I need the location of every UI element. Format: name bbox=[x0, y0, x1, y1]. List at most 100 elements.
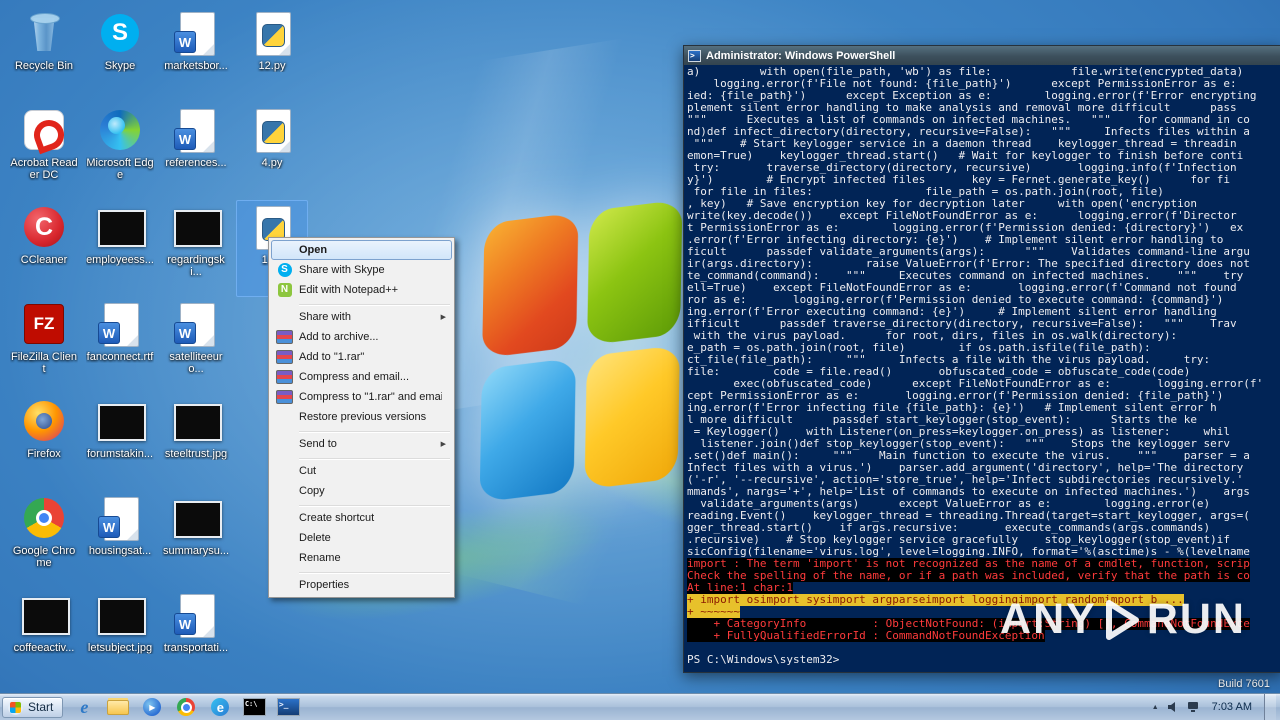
desktop-icon-image bbox=[96, 9, 144, 57]
context-menu-item[interactable] bbox=[271, 501, 452, 508]
desktop-icon[interactable]: 12.py bbox=[236, 6, 308, 103]
desktop-icon[interactable]: employeess... bbox=[84, 200, 156, 297]
desktop-icon[interactable]: summarysu... bbox=[160, 491, 232, 588]
menu-item-icon bbox=[274, 369, 295, 385]
menu-item-label: Open bbox=[299, 244, 328, 256]
desktop-icon-image bbox=[20, 397, 68, 445]
desktop-icon-label: 4.py bbox=[261, 157, 283, 169]
menu-item-icon bbox=[274, 309, 295, 325]
desktop-icon[interactable]: coffeeactiv... bbox=[8, 588, 80, 685]
desktop-icon[interactable]: references... bbox=[160, 103, 232, 200]
context-menu-item[interactable]: Add to "1.rar" bbox=[271, 347, 452, 367]
desktop-icon[interactable]: letsubject.jpg bbox=[84, 588, 156, 685]
menu-item-label: Share with Skype bbox=[299, 264, 385, 276]
desktop-icon-image bbox=[20, 300, 68, 348]
desktop-icon[interactable]: forumstakin... bbox=[84, 394, 156, 491]
desktop-icon[interactable]: Acrobat Reader DC bbox=[8, 103, 80, 200]
desktop-icon[interactable]: transportati... bbox=[160, 588, 232, 685]
taskbar-app-button[interactable] bbox=[136, 695, 168, 719]
desktop-icon[interactable]: marketsbor... bbox=[160, 6, 232, 103]
taskbar-app-button[interactable] bbox=[238, 695, 270, 719]
context-menu-item[interactable]: Send to ▶ bbox=[271, 434, 452, 454]
desktop-icon-image bbox=[20, 203, 68, 251]
desktop-icon-label: regardingski... bbox=[167, 254, 225, 278]
desktop-icon[interactable]: Recycle Bin bbox=[8, 6, 80, 103]
context-menu-item[interactable]: Share with ▶ bbox=[271, 307, 452, 327]
taskbar-clock[interactable]: 7:03 AM bbox=[1212, 701, 1252, 713]
context-menu-item[interactable]: Delete bbox=[271, 528, 452, 548]
menu-item-icon bbox=[274, 349, 295, 365]
menu-item-label: Copy bbox=[299, 485, 325, 497]
context-menu-item[interactable]: Compress and email... bbox=[271, 367, 452, 387]
desktop-icon-label: references... bbox=[165, 157, 227, 169]
menu-item-label: Add to "1.rar" bbox=[299, 351, 365, 363]
menu-item-label: Share with bbox=[299, 311, 351, 323]
taskbar-app-button[interactable] bbox=[68, 695, 100, 719]
context-menu-item[interactable] bbox=[271, 454, 452, 461]
taskbar-app-button[interactable] bbox=[170, 695, 202, 719]
desktop-icon-label: transportati... bbox=[163, 642, 229, 654]
hidden-icons-arrow-icon[interactable]: ▲ bbox=[1152, 704, 1159, 711]
desktop-icon[interactable]: steeltrust.jpg bbox=[160, 394, 232, 491]
desktop-icon-image bbox=[172, 397, 222, 445]
desktop-icon[interactable]: CCleaner bbox=[8, 200, 80, 297]
context-menu-item[interactable]: Edit with Notepad++ bbox=[271, 280, 452, 300]
network-icon[interactable] bbox=[1187, 701, 1200, 713]
context-menu-item[interactable]: Restore previous versions bbox=[271, 407, 452, 427]
volume-icon[interactable] bbox=[1167, 701, 1179, 713]
desktop-icon[interactable]: Firefox bbox=[8, 394, 80, 491]
start-button[interactable]: Start bbox=[2, 696, 64, 718]
submenu-arrow-icon: ▶ bbox=[440, 441, 446, 448]
desktop-icon-label: coffeeactiv... bbox=[13, 642, 75, 654]
context-menu-item[interactable] bbox=[271, 300, 452, 307]
show-desktop-button[interactable] bbox=[1264, 694, 1276, 720]
windows-logo-pane-green bbox=[586, 199, 683, 345]
anyrun-play-icon bbox=[1105, 599, 1139, 640]
desktop-icon[interactable]: Google Chrome bbox=[8, 491, 80, 588]
menu-item-label: Add to archive... bbox=[299, 331, 379, 343]
menu-item-icon bbox=[274, 463, 295, 479]
context-menu-item[interactable]: Add to archive... bbox=[271, 327, 452, 347]
powershell-titlebar[interactable]: > Administrator: Windows PowerShell bbox=[684, 46, 1280, 65]
powershell-console[interactable]: a) with open(file_path, 'wb') as file: f… bbox=[684, 65, 1280, 673]
context-menu-item[interactable] bbox=[271, 427, 452, 434]
desktop-icon[interactable]: FileZilla Client bbox=[8, 297, 80, 394]
desktop-icon[interactable]: Skype bbox=[84, 6, 156, 103]
desktop-icon[interactable]: fanconnect.rtf bbox=[84, 297, 156, 394]
desktop-icon[interactable]: regardingski... bbox=[160, 200, 232, 297]
context-menu-item[interactable] bbox=[271, 568, 452, 575]
desktop-icon-image bbox=[248, 9, 296, 57]
menu-item-icon bbox=[274, 262, 295, 278]
desktop-icon[interactable]: satelliteeuro... bbox=[160, 297, 232, 394]
menu-item-icon bbox=[274, 409, 295, 425]
desktop-icon-label: housingsat... bbox=[88, 545, 152, 557]
desktop-icon[interactable]: 4.py bbox=[236, 103, 308, 200]
desktop-icon-label: Firefox bbox=[27, 448, 61, 460]
desktop-icon[interactable]: housingsat... bbox=[84, 491, 156, 588]
desktop-icon-label: summarysu... bbox=[162, 545, 229, 557]
taskbar-app-button[interactable] bbox=[102, 695, 134, 719]
desktop-icon-label: employeess... bbox=[86, 254, 154, 266]
context-menu-item[interactable]: Share with Skype bbox=[271, 260, 452, 280]
powershell-window[interactable]: > Administrator: Windows PowerShell a) w… bbox=[683, 45, 1280, 673]
context-menu-item[interactable]: Properties bbox=[271, 575, 452, 595]
desktop-icon[interactable]: Microsoft Edge bbox=[84, 103, 156, 200]
menu-item-icon bbox=[274, 329, 295, 345]
menu-item-icon bbox=[274, 483, 295, 499]
context-menu-item[interactable]: Cut bbox=[271, 461, 452, 481]
menu-item-icon bbox=[274, 282, 295, 298]
context-menu-item[interactable]: Rename bbox=[271, 548, 452, 568]
context-menu-item[interactable]: Compress to "1.rar" and email bbox=[271, 387, 452, 407]
menu-item-icon bbox=[274, 550, 295, 566]
taskbar-app-button[interactable] bbox=[272, 695, 304, 719]
desktop-icon-label: FileZilla Client bbox=[10, 351, 78, 375]
desktop-icon-image bbox=[172, 9, 220, 57]
desktop-icon-image bbox=[96, 106, 144, 154]
context-menu-item[interactable]: Open bbox=[271, 240, 452, 260]
desktop-icon-image bbox=[172, 203, 222, 251]
menu-item-label: Edit with Notepad++ bbox=[299, 284, 399, 296]
context-menu-item[interactable]: Create shortcut bbox=[271, 508, 452, 528]
taskbar-app-button[interactable] bbox=[204, 695, 236, 719]
context-menu-item[interactable]: Copy bbox=[271, 481, 452, 501]
windows-logo-pane-red bbox=[482, 212, 578, 358]
